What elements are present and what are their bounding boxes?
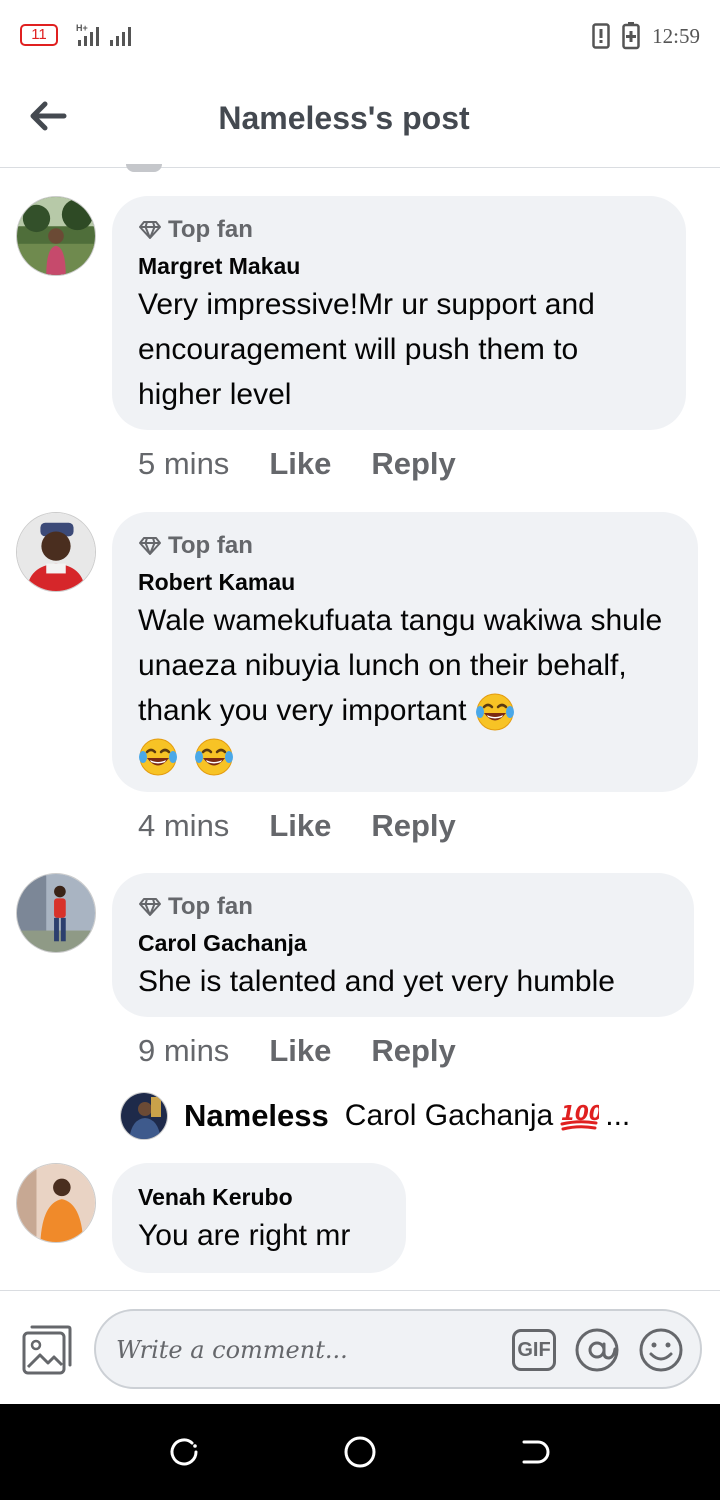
signal-icon: H+ [76,23,131,46]
avatar[interactable] [16,512,96,592]
top-fan-label: Top fan [168,893,253,920]
comment-box: GIF [94,1309,702,1389]
comment-composer: GIF [0,1290,720,1404]
reply-button[interactable]: Reply [371,446,455,482]
status-time: 12:59 [652,23,700,48]
comment-author[interactable]: Venah Kerubo [138,1183,380,1211]
reply-text-body: Carol Gachanja [344,1099,554,1132]
diamond-icon [139,221,161,239]
battery-charging-icon [622,22,640,50]
avatar-photo [17,1164,95,1242]
avatar-photo [121,1093,167,1139]
avatar[interactable] [16,873,96,953]
top-fan-badge: Top fan [138,532,672,560]
reply-preview[interactable]: Nameless Carol Gachanja 100 ... [120,1092,630,1140]
comment-bubble[interactable]: Top fan Robert Kamau Wale wamekufuata ta… [112,512,698,792]
reply-author[interactable]: Nameless [184,1098,329,1134]
reply-text: Carol Gachanja 100 ... [345,1098,630,1134]
svg-text:H+: H+ [76,23,88,33]
comment-text-body: Wale wamekufuata tangu wakiwa shule unae… [138,604,663,727]
comment-text: Very impressive!Mr ur support and encour… [138,288,595,411]
comment-author[interactable]: Robert Kamau [138,568,672,596]
tears-of-joy-emoji [475,693,514,731]
post-comments-screen: 11 H+ 12:59 Nameless's post Top fan Marg… [0,0,720,1500]
avatar-photo [17,513,95,591]
avatar-photo [17,197,95,275]
comment-text: You are right mr [138,1219,351,1252]
home-button[interactable] [342,1434,378,1470]
like-button[interactable]: Like [269,1033,331,1069]
phone-alert-icon [592,23,610,49]
comment-input[interactable] [116,1329,496,1371]
status-bar: 11 H+ 12:59 [0,0,720,72]
system-back-button[interactable] [518,1434,554,1470]
like-button[interactable]: Like [269,808,331,844]
tears-of-joy-emoji [195,738,234,776]
avatar[interactable] [16,1163,96,1243]
mention-button[interactable] [574,1327,620,1373]
comment-bubble[interactable]: Venah Kerubo You are right mr [112,1163,406,1273]
comment-actions: 4 mins Like Reply [138,808,456,844]
smiley-icon [639,1328,683,1372]
avatar-photo [17,874,95,952]
comment-actions: 5 mins Like Reply [138,446,456,482]
reply-ellipsis: ... [605,1099,631,1132]
notification-count-badge: 11 [20,24,58,46]
comment-time: 9 mins [138,1033,230,1068]
comment-text: She is talented and yet very humble [138,965,615,998]
recents-button[interactable] [166,1434,202,1470]
home-icon [344,1436,376,1468]
back-icon [522,1440,550,1464]
avatar[interactable] [120,1092,168,1140]
at-sign-icon [575,1328,619,1372]
top-fan-label: Top fan [168,216,253,243]
gif-button[interactable]: GIF [512,1329,556,1371]
diamond-icon [139,537,161,555]
top-fan-badge: Top fan [138,216,660,244]
system-nav-bar [0,1404,720,1500]
comment-author[interactable]: Margret Makau [138,252,660,280]
like-button[interactable]: Like [269,446,331,482]
comment-time: 5 mins [138,446,230,481]
comment-actions: 9 mins Like Reply [138,1033,456,1069]
tears-of-joy-emoji [139,738,177,776]
comment-text: Wale wamekufuata tangu wakiwa shule unae… [138,598,678,778]
comment-time: 4 mins [138,808,230,843]
partial-avatar [126,164,162,172]
top-fan-label: Top fan [168,532,253,559]
hundred-points-emoji: 100 [560,1101,599,1131]
comment-bubble[interactable]: Top fan Margret Makau Very impressive!Mr… [112,196,686,430]
reply-button[interactable]: Reply [371,808,455,844]
avatar[interactable] [16,196,96,276]
comment-bubble[interactable]: Top fan Carol Gachanja She is talented a… [112,873,694,1017]
diamond-icon [139,898,161,916]
comment-author[interactable]: Carol Gachanja [138,929,668,957]
app-header: Nameless's post [0,72,720,172]
photo-icon [22,1325,72,1375]
reply-button[interactable]: Reply [371,1033,455,1069]
recents-icon [170,1438,198,1466]
status-right-group: 12:59 [592,22,700,50]
emoji-button[interactable] [638,1327,684,1373]
top-fan-badge: Top fan [138,893,668,921]
photo-button[interactable] [20,1323,74,1377]
page-title: Nameless's post [218,100,470,136]
